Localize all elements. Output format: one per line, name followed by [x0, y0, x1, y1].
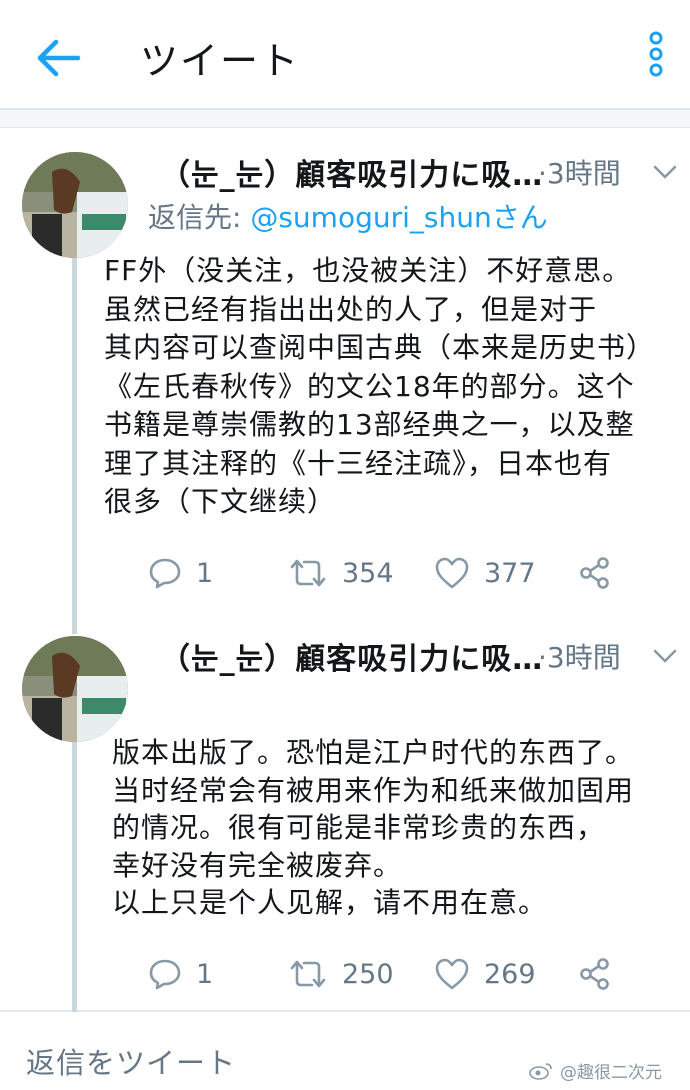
avatar-image — [22, 636, 128, 742]
tweet-text-line: 理了其注释的《十三经注疏》，日本也有 — [104, 446, 613, 480]
timestamp[interactable]: ·3時間 — [538, 636, 621, 676]
reply-icon — [149, 959, 181, 990]
tweet[interactable]: （눈_눈）顧客吸引力に吸… ·3時間 返信先: @sumoguri_shunさん… — [0, 128, 690, 622]
tweet-text: 版本出版了。恐怕是江户时代的东西了。 当时经常会有被用来作为和纸来做加固用 的情… — [112, 734, 682, 922]
tweet-detail-screen: ツイート （눈_눈）顧客吸引力に吸… ·3時間 返信先: @sumoguri_s… — [0, 0, 690, 1090]
thread-line — [72, 236, 77, 622]
tweet[interactable]: （눈_눈）顧客吸引力に吸… ·3時間 版本出版了。恐怕是江户时代的东西了。 当时… — [0, 622, 690, 1012]
like-count: 269 — [484, 958, 536, 990]
share-icon — [580, 958, 609, 990]
header-divider — [0, 110, 690, 128]
tweet-text-line: 版本出版了。恐怕是江户时代的东西了。 — [112, 736, 635, 769]
retweet-button[interactable]: 250 — [288, 954, 394, 994]
like-icon — [435, 557, 469, 589]
retweet-icon — [290, 559, 326, 587]
reply-button[interactable]: 1 — [148, 553, 213, 593]
tweet-text-line: 幸好没有完全被废弃。 — [112, 848, 403, 882]
thread-line — [72, 622, 77, 634]
more-vertical-icon — [649, 31, 663, 77]
tweet-text-line: 当时经常会有被用来作为和纸来做加固用 — [112, 773, 635, 807]
share-button[interactable] — [578, 954, 612, 994]
chevron-down-icon[interactable] — [652, 164, 678, 180]
watermark: @趣很二次元 — [528, 1058, 662, 1083]
display-name[interactable]: （눈_눈）顧客吸引力に吸… — [160, 150, 543, 194]
tweet-text-line: FF外（没关注，也没被关注）不好意思。 — [104, 254, 632, 287]
tweet-text-line: 其内容可以查阅中国古典（本来是历史书） — [104, 331, 656, 364]
reply-input[interactable]: 返信をツイート — [26, 1040, 236, 1082]
weibo-icon — [529, 1062, 552, 1080]
back-arrow-icon — [37, 39, 81, 77]
reply-button[interactable]: 1 — [148, 954, 213, 994]
thread-line — [72, 742, 77, 1012]
tweet-text-line: 很多（下文继续） — [104, 485, 337, 518]
like-count: 377 — [484, 557, 536, 589]
avatar[interactable] — [22, 152, 128, 258]
avatar-image — [22, 152, 128, 258]
retweet-count: 250 — [342, 958, 394, 990]
reply-count: 1 — [196, 557, 214, 589]
page-title: ツイート — [140, 39, 301, 83]
watermark-text: @趣很二次元 — [560, 1063, 662, 1083]
tweet-text-line: 的情况。很有可能是非常珍贵的东西， — [112, 811, 606, 844]
avatar[interactable] — [22, 636, 128, 742]
tweet-text: FF外（没关注，也没被关注）不好意思。 虽然已经有指出出处的人了，但是对于 其内… — [104, 252, 684, 522]
tweet-text-line: 以上只是个人见解，请不用在意。 — [112, 886, 548, 919]
more-options-button[interactable] — [636, 30, 676, 80]
like-button[interactable]: 269 — [434, 954, 536, 994]
share-icon — [580, 557, 609, 589]
share-button[interactable] — [578, 553, 612, 593]
retweet-button[interactable]: 354 — [288, 553, 394, 593]
like-icon — [435, 958, 469, 990]
reply-to-label: 返信先: — [148, 201, 251, 234]
tweet-text-line: 虽然已经有指出出处的人了，但是对于 — [104, 292, 598, 326]
top-app-bar: ツイート — [0, 0, 690, 110]
chevron-down-icon[interactable] — [652, 648, 678, 664]
like-button[interactable]: 377 — [434, 553, 536, 593]
reply-count: 1 — [196, 958, 214, 990]
tweet-text-line: 书籍是尊崇儒教的13部经典之一，以及整 — [104, 408, 635, 441]
tweet-actions: 1 250 269 — [148, 954, 628, 994]
tweet-actions: 1 354 377 — [148, 553, 628, 593]
reply-to-handle[interactable]: @sumoguri_shunさん — [250, 201, 547, 234]
reply-to-line: 返信先: @sumoguri_shunさん — [148, 196, 548, 236]
timestamp[interactable]: ·3時間 — [538, 152, 621, 192]
back-button[interactable] — [30, 34, 86, 82]
tweet-text-line: 《左氏春秋传》的文公18年的部分。这个 — [104, 369, 635, 403]
display-name[interactable]: （눈_눈）顧客吸引力に吸… — [160, 634, 543, 678]
retweet-icon — [290, 960, 326, 988]
retweet-count: 354 — [342, 557, 394, 589]
reply-icon — [149, 558, 181, 589]
